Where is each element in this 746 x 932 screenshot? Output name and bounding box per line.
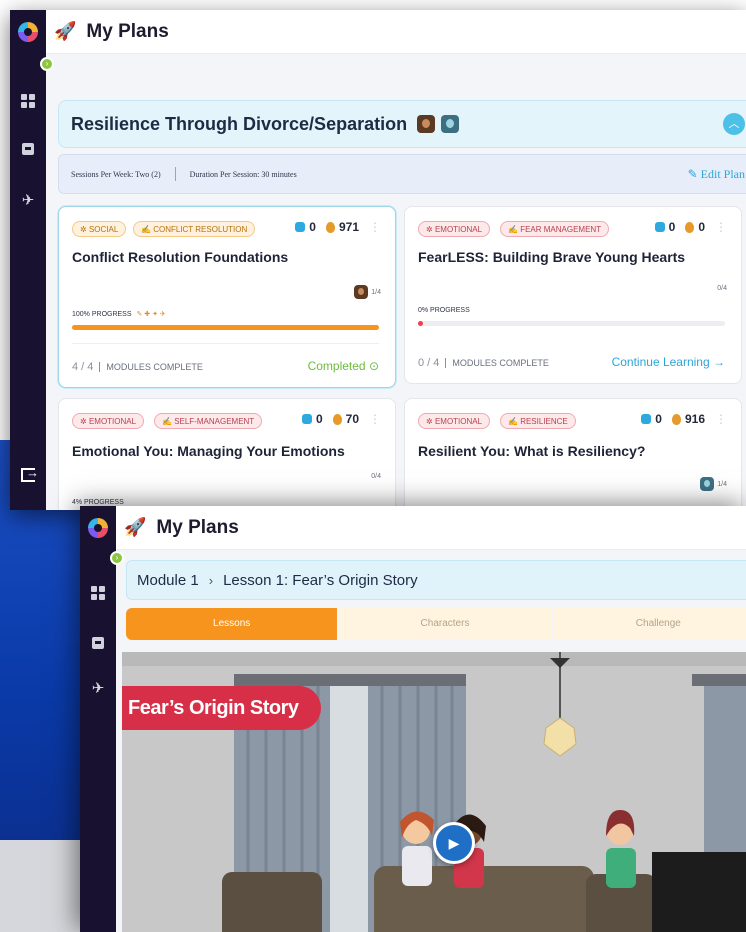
box-icon[interactable] <box>19 140 37 158</box>
course-card-conflict-resolution[interactable]: ✲ SOCIAL ✍ CONFLICT RESOLUTION 0 971 ⋮ C… <box>58 206 396 388</box>
lesson-video[interactable]: Fear’s Origin Story ▶ <box>122 652 746 932</box>
more-icon[interactable]: ⋮ <box>715 220 727 234</box>
edit-plan-button[interactable]: ✎ Edit Plan <box>688 167 745 182</box>
tag-fear-management: ✍ FEAR MANAGEMENT <box>500 221 610 237</box>
chevron-up-icon[interactable]: ︿ <box>723 113 745 135</box>
progress-fill <box>418 321 423 326</box>
sidebar-rail: ✈ <box>10 10 46 510</box>
grid-icon[interactable] <box>89 584 107 602</box>
rocket-icon: 🚀 <box>54 21 77 41</box>
gem-icon <box>301 414 312 424</box>
session-count: 1/4 <box>354 285 381 299</box>
card-stats: 0 70 ⋮ <box>301 412 381 426</box>
tag-self-management: ✍ SELF-MANAGEMENT <box>154 413 263 429</box>
tag-emotional: ✲ EMOTIONAL <box>418 413 491 429</box>
tab-characters[interactable]: Characters <box>339 608 551 640</box>
tag-social: ✲ SOCIAL <box>72 221 127 237</box>
card-stats: 0 916 ⋮ <box>641 412 727 426</box>
tab-challenge[interactable]: Challenge <box>552 608 746 640</box>
course-card-fearless[interactable]: ✲ EMOTIONAL ✍ FEAR MANAGEMENT 0 0 ⋮ Fear… <box>404 206 742 384</box>
box-icon[interactable] <box>89 634 107 652</box>
breadcrumb-module[interactable]: Module 1 <box>137 572 199 589</box>
tag-resilience: ✍ RESILIENCE <box>500 413 576 429</box>
sidebar-toggle-button[interactable]: › <box>110 551 124 565</box>
coin-icon <box>325 221 335 233</box>
avatar <box>354 285 369 299</box>
session-count: 0/4 <box>371 473 381 480</box>
course-card-emotional-you[interactable]: ✲ EMOTIONAL ✍ SELF-MANAGEMENT 0 70 ⋮ Emo… <box>58 398 396 510</box>
plan-meta-bar: Sessions Per Week: Two (2) Duration Per … <box>58 154 746 194</box>
more-icon[interactable]: ⋮ <box>369 220 381 234</box>
top-bar: 🚀 My Plans <box>46 10 746 54</box>
breadcrumb: Module 1 › Lesson 1: Fear’s Origin Story <box>126 560 746 600</box>
tag-conflict-resolution: ✍ CONFLICT RESOLUTION <box>133 221 256 237</box>
play-icon[interactable]: ▶ <box>433 822 475 864</box>
breadcrumb-lesson: Lesson 1: Fear’s Origin Story <box>223 571 418 589</box>
more-icon[interactable]: ⋮ <box>715 412 727 426</box>
rocket-icon[interactable]: ✈ <box>89 680 107 698</box>
gem-icon <box>654 222 665 232</box>
tag-emotional: ✲ EMOTIONAL <box>72 413 145 429</box>
sidebar-rail: ✈ <box>80 506 116 932</box>
rocket-icon[interactable]: ✈ <box>19 192 37 210</box>
top-bar: 🚀 My Plans <box>116 506 746 550</box>
page-title: My Plans <box>86 20 169 42</box>
progress-fill <box>72 325 379 330</box>
sidebar-toggle-button[interactable]: › <box>40 57 54 71</box>
completed-status: Completed ⊙ <box>307 359 379 373</box>
modules-complete: 0 / 4 MODULES COMPLETE <box>418 357 549 369</box>
continue-learning-link[interactable]: Continue Learning → <box>612 355 725 369</box>
card-title: FearLESS: Building Brave Young Hearts <box>418 249 686 265</box>
course-card-resilient-you[interactable]: ✲ EMOTIONAL ✍ RESILIENCE 0 916 ⋮ Resilie… <box>404 398 742 510</box>
more-icon[interactable]: ⋮ <box>369 412 381 426</box>
tab-lessons[interactable]: Lessons <box>126 608 338 640</box>
gem-icon <box>295 222 306 232</box>
logout-icon[interactable] <box>19 465 39 484</box>
coin-icon <box>332 413 342 425</box>
app-logo-icon[interactable] <box>88 518 108 538</box>
lesson-tabs: Lessons Characters Challenge <box>126 608 746 640</box>
plan-header[interactable]: Resilience Through Divorce/Separation ︿ <box>58 100 746 148</box>
pencil-icon: ✎ <box>687 167 698 181</box>
avatar <box>441 115 460 133</box>
tag-emotional: ✲ EMOTIONAL <box>418 221 491 237</box>
my-plans-window: ✈ › 🚀 My Plans Resilience Through Divorc… <box>10 10 746 510</box>
lesson-content: Module 1 › Lesson 1: Fear’s Origin Story… <box>116 550 746 932</box>
avatar <box>700 477 715 491</box>
gem-icon <box>641 414 652 424</box>
avatar <box>417 115 436 133</box>
lesson-window: ✈ › 🚀 My Plans Module 1 › Lesson 1: Fear… <box>80 506 746 932</box>
plans-content: Resilience Through Divorce/Separation ︿ … <box>46 54 746 510</box>
card-title: Conflict Resolution Foundations <box>72 249 289 265</box>
coin-icon <box>685 221 695 233</box>
video-title: Fear’s Origin Story <box>122 686 321 730</box>
divider <box>174 167 176 181</box>
progress-bar <box>418 321 725 326</box>
session-count: 0/4 <box>717 285 727 292</box>
divider <box>72 343 379 344</box>
page-title: My Plans <box>156 516 239 538</box>
session-count: 1/4 <box>700 477 727 491</box>
plan-title: Resilience Through Divorce/Separation <box>71 113 408 134</box>
card-stats: 0 971 ⋮ <box>295 220 381 234</box>
grid-icon[interactable] <box>19 92 37 110</box>
card-title: Emotional You: Managing Your Emotions <box>72 443 345 459</box>
progress-bar <box>72 325 379 330</box>
card-title: Resilient You: What is Resiliency? <box>418 443 646 459</box>
progress-label: 4% PROGRESS <box>72 499 124 506</box>
progress-label: 0% PROGRESS <box>418 307 470 314</box>
sessions-per-week: Sessions Per Week: Two (2) <box>71 169 161 179</box>
card-stats: 0 0 ⋮ <box>654 220 727 234</box>
coin-icon <box>671 413 681 425</box>
app-logo-icon[interactable] <box>18 22 38 42</box>
duration-per-session: Duration Per Session: 30 minutes <box>189 169 297 179</box>
progress-label: 100% PROGRESS ✎ ✚ ✦ ✈ <box>72 311 166 318</box>
rocket-icon: 🚀 <box>124 517 147 537</box>
modules-complete: 4 / 4 MODULES COMPLETE <box>72 361 203 373</box>
chevron-right-icon: › <box>208 572 214 588</box>
